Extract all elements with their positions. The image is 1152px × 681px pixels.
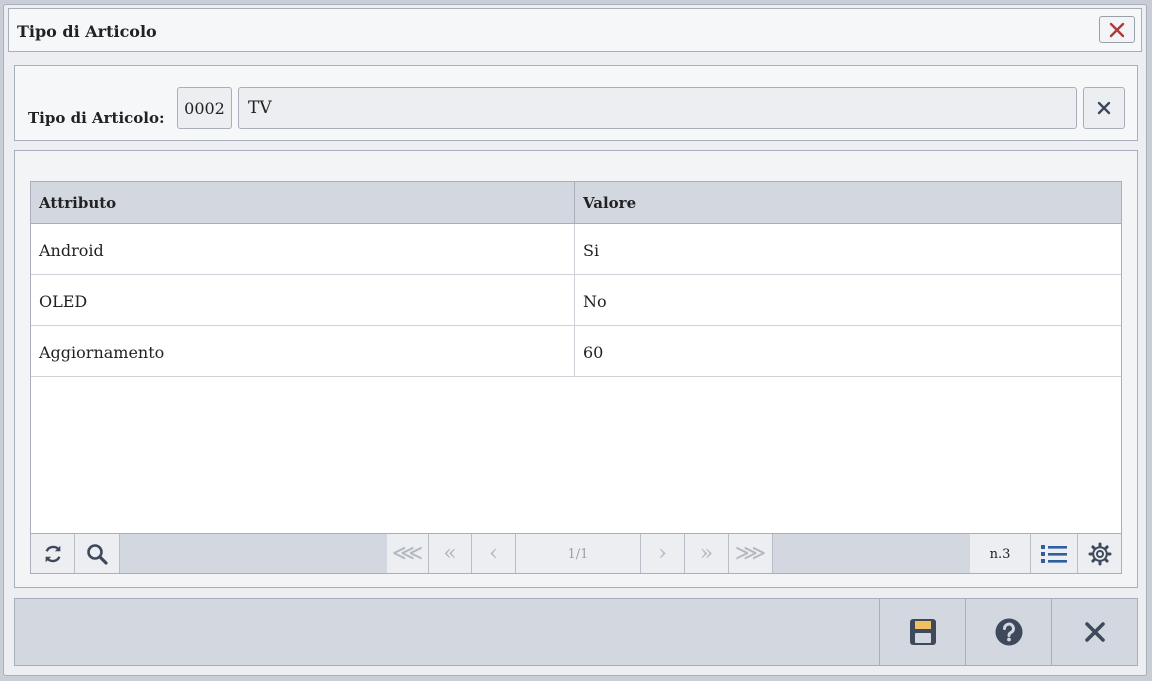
first-page-button[interactable]: ⋘ <box>387 534 429 573</box>
save-button[interactable] <box>879 599 965 665</box>
gear-icon <box>1088 542 1111 565</box>
settings-button[interactable] <box>1078 534 1121 573</box>
title-bar: Tipo di Articolo <box>8 8 1142 52</box>
column-header-value[interactable]: Valore <box>575 182 1121 223</box>
cell-attribute: OLED <box>31 275 575 325</box>
column-header-attribute[interactable]: Attributo <box>31 182 575 223</box>
cell-value: 60 <box>583 343 604 362</box>
article-type-description-field[interactable]: TV <box>238 87 1077 129</box>
list-view-button[interactable] <box>1031 534 1078 573</box>
clear-article-type-button[interactable] <box>1083 87 1125 129</box>
close-icon <box>1109 22 1125 37</box>
search-button[interactable] <box>75 534 120 573</box>
last-page-button[interactable]: ⋙ <box>729 534 773 573</box>
dialog-window: Tipo di Articolo Tipo di Articolo: 0002 … <box>3 4 1147 676</box>
window-close-button[interactable] <box>1099 16 1135 43</box>
pager-spacer <box>773 534 970 573</box>
cancel-button[interactable] <box>1051 599 1137 665</box>
action-bar <box>14 598 1138 666</box>
record-count: n.3 <box>970 534 1031 573</box>
article-type-panel: Tipo di Articolo: 0002 TV <box>14 65 1138 141</box>
attributes-grid: Attributo Valore Android Si OLED No Aggi… <box>30 181 1122 574</box>
table-row[interactable]: Aggiornamento 60 <box>31 326 1121 377</box>
pager-spacer <box>120 534 387 573</box>
clear-icon <box>1097 101 1111 115</box>
refresh-icon <box>45 545 60 562</box>
article-type-label: Tipo di Articolo: <box>28 109 165 127</box>
previous-page-button[interactable]: ‹ <box>472 534 516 573</box>
table-row[interactable]: OLED No <box>31 275 1121 326</box>
window-title: Tipo di Articolo <box>17 22 157 41</box>
cell-value: Si <box>583 241 600 260</box>
help-button[interactable] <box>965 599 1051 665</box>
grid-header: Attributo Valore <box>31 182 1121 224</box>
table-row[interactable]: Android Si <box>31 224 1121 275</box>
next-block-button[interactable]: » <box>685 534 729 573</box>
save-icon <box>909 619 936 645</box>
cell-attribute: Aggiornamento <box>31 326 575 376</box>
help-icon <box>995 618 1022 646</box>
attributes-panel: Attributo Valore Android Si OLED No Aggi… <box>14 150 1138 588</box>
search-icon <box>87 543 108 565</box>
article-type-code-field[interactable]: 0002 <box>177 87 232 129</box>
cell-value: No <box>583 292 607 311</box>
previous-block-button[interactable]: « <box>429 534 472 573</box>
cancel-icon <box>1084 622 1105 642</box>
page-indicator: 1/1 <box>516 534 641 573</box>
cell-attribute: Android <box>31 224 575 274</box>
next-page-button[interactable]: › <box>641 534 685 573</box>
list-icon <box>1041 544 1067 563</box>
refresh-button[interactable] <box>31 534 75 573</box>
grid-pager: ⋘ « ‹ 1/1 › » ⋙ n.3 <box>31 533 1121 573</box>
